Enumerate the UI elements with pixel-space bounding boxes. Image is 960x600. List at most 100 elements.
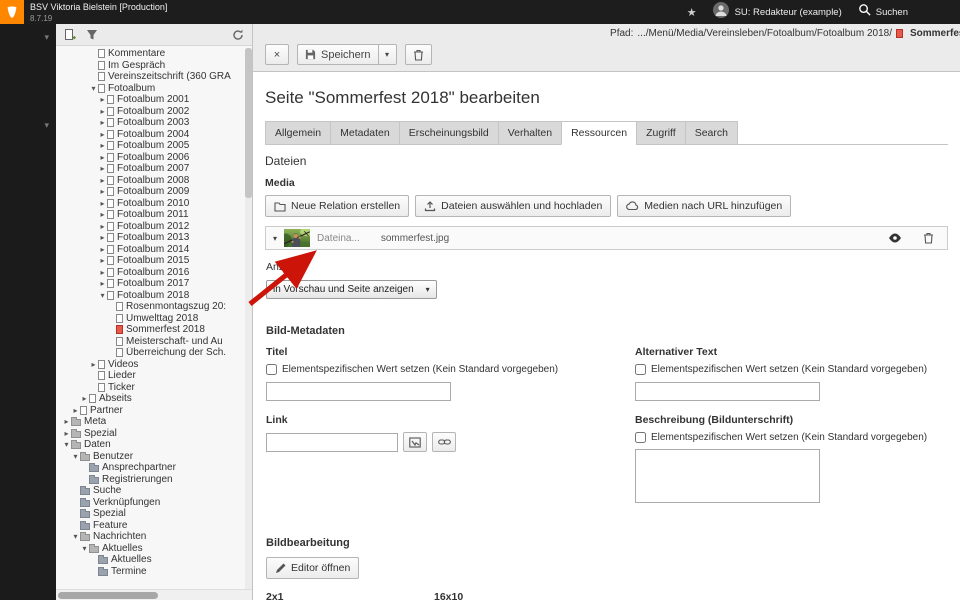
link-browser-button[interactable] — [403, 432, 427, 452]
tree-item-feature[interactable]: Feature — [56, 520, 244, 532]
tab-ressourcen[interactable]: Ressourcen — [561, 121, 638, 145]
neue-relation-erstellen-button[interactable]: Neue Relation erstellen — [265, 195, 410, 217]
tree-toggle-icon[interactable]: ▸ — [98, 221, 107, 233]
typo3-logo[interactable] — [0, 0, 24, 24]
tree-toggle-icon[interactable]: ▸ — [62, 416, 71, 428]
tree-item-aktuelles[interactable]: Aktuelles — [56, 554, 244, 566]
tree-item-fotoalbum-2003[interactable]: ▸ Fotoalbum 2003 — [56, 117, 244, 129]
tree-toggle-icon[interactable]: ▾ — [89, 83, 98, 95]
tree-item-fotoalbum-2018[interactable]: ▾ Fotoalbum 2018 — [56, 290, 244, 302]
tree-toggle-icon[interactable]: ▾ — [98, 290, 107, 302]
tree-item-fotoalbum-2012[interactable]: ▸ Fotoalbum 2012 — [56, 221, 244, 233]
tree-item-fotoalbum-2013[interactable]: ▸ Fotoalbum 2013 — [56, 232, 244, 244]
dateien-ausw-hlen-und-hochladen-button[interactable]: Dateien auswählen und hochladen — [415, 195, 612, 217]
tree-item-meisterschaft-und-au[interactable]: Meisterschaft- und Au — [56, 336, 244, 348]
tree-toggle-icon[interactable]: ▾ — [71, 531, 80, 543]
tree-vertical-scrollbar[interactable] — [245, 48, 252, 589]
tree-item-fotoalbum-2005[interactable]: ▸ Fotoalbum 2005 — [56, 140, 244, 152]
delete-file-button[interactable] — [916, 228, 940, 248]
tree-item-partner[interactable]: ▸ Partner — [56, 405, 244, 417]
alt-override-checkbox[interactable] — [635, 364, 646, 375]
tree-item-umwelttag-2018[interactable]: Umwelttag 2018 — [56, 313, 244, 325]
link-input[interactable] — [266, 432, 398, 452]
new-page-icon[interactable] — [64, 28, 76, 41]
tree-item-spezial[interactable]: Spezial — [56, 508, 244, 520]
save-dropdown-button[interactable]: ▾ — [378, 44, 397, 65]
tree-horizontal-scrollbar-thumb[interactable] — [58, 592, 158, 599]
tree-item-abseits[interactable]: ▸ Abseits — [56, 393, 244, 405]
tree-item-videos[interactable]: ▸ Videos — [56, 359, 244, 371]
tree-item-registrierungen[interactable]: Registrierungen — [56, 474, 244, 486]
tree-vertical-scrollbar-thumb[interactable] — [245, 48, 252, 198]
medien-nach-url-hinzuf-gen-button[interactable]: Medien nach URL hinzufügen — [617, 195, 792, 217]
refresh-icon[interactable] — [232, 29, 244, 41]
module-group-chevron-icon[interactable]: ▾ — [44, 32, 49, 43]
tree-item-fotoalbum-2010[interactable]: ▸ Fotoalbum 2010 — [56, 198, 244, 210]
tree-item-fotoalbum[interactable]: ▾ Fotoalbum — [56, 83, 244, 95]
file-record-header[interactable]: ▾ Dateina... sommerfest.jpg — [265, 226, 948, 250]
tree-item-aktuelles[interactable]: ▾ Aktuelles — [56, 543, 244, 555]
tree-toggle-icon[interactable]: ▸ — [98, 163, 107, 175]
tree-item-spezial[interactable]: ▸ Spezial — [56, 428, 244, 440]
tree-item-fotoalbum-2008[interactable]: ▸ Fotoalbum 2008 — [56, 175, 244, 187]
tab-search[interactable]: Search — [684, 121, 738, 145]
tree-item-fotoalbum-2014[interactable]: ▸ Fotoalbum 2014 — [56, 244, 244, 256]
tree-toggle-icon[interactable]: ▸ — [89, 359, 98, 371]
delete-button[interactable] — [404, 44, 432, 65]
titel-input[interactable] — [266, 382, 451, 401]
tree-toggle-icon[interactable]: ▸ — [98, 117, 107, 129]
tree-item-verkn-pfungen[interactable]: Verknüpfungen — [56, 497, 244, 509]
alt-text-input[interactable] — [635, 382, 820, 401]
tree-item-fotoalbum-2016[interactable]: ▸ Fotoalbum 2016 — [56, 267, 244, 279]
tree-toggle-icon[interactable]: ▸ — [98, 198, 107, 210]
tree-toggle-icon[interactable]: ▸ — [98, 129, 107, 141]
tree-toggle-icon[interactable]: ▸ — [98, 255, 107, 267]
tree-item-ticker[interactable]: Ticker — [56, 382, 244, 394]
tree-horizontal-scrollbar[interactable] — [56, 589, 252, 600]
tree-item-daten[interactable]: ▾ Daten — [56, 439, 244, 451]
module-group-chevron-icon[interactable]: ▾ — [44, 120, 49, 131]
tab-allgemein[interactable]: Allgemein — [265, 121, 332, 145]
tree-toggle-icon[interactable]: ▸ — [98, 186, 107, 198]
tree-toggle-icon[interactable]: ▸ — [98, 175, 107, 187]
tree-toggle-icon[interactable]: ▸ — [98, 267, 107, 279]
tab-verhalten[interactable]: Verhalten — [497, 121, 563, 145]
description-override-checkbox[interactable] — [635, 432, 646, 443]
tree-toggle-icon[interactable]: ▸ — [98, 209, 107, 221]
link-button[interactable] — [432, 432, 456, 452]
tree-item-rosenmontagszug-20[interactable]: Rosenmontagszug 20: — [56, 301, 244, 313]
tree-item-fotoalbum-2006[interactable]: ▸ Fotoalbum 2006 — [56, 152, 244, 164]
tree-item-im-gespr-ch[interactable]: Im Gespräch — [56, 60, 244, 72]
anzeige-select[interactable]: in Vorschau und Seite anzeigen ▾ — [266, 280, 437, 299]
tree-item-fotoalbum-2001[interactable]: ▸ Fotoalbum 2001 — [56, 94, 244, 106]
visibility-toggle-button[interactable] — [883, 228, 907, 248]
tree-toggle-icon[interactable]: ▸ — [98, 94, 107, 106]
tree-toggle-icon[interactable]: ▸ — [98, 278, 107, 290]
tree-item-fotoalbum-2002[interactable]: ▸ Fotoalbum 2002 — [56, 106, 244, 118]
collapse-caret-icon[interactable]: ▾ — [273, 234, 277, 243]
tree-toggle-icon[interactable]: ▸ — [71, 405, 80, 417]
tree-item-kommentare[interactable]: Kommentare — [56, 48, 244, 60]
tree-item-nachrichten[interactable]: ▾ Nachrichten — [56, 531, 244, 543]
tree-item-benutzer[interactable]: ▾ Benutzer — [56, 451, 244, 463]
search-button[interactable]: Suchen — [858, 3, 908, 21]
tree-item-fotoalbum-2011[interactable]: ▸ Fotoalbum 2011 — [56, 209, 244, 221]
tree-toggle-icon[interactable]: ▸ — [98, 232, 107, 244]
tree-toggle-icon[interactable]: ▸ — [80, 393, 89, 405]
tree-item-berreichung-der-sch[interactable]: Überreichung der Sch. — [56, 347, 244, 359]
tree-item-meta[interactable]: ▸ Meta — [56, 416, 244, 428]
tree-item-fotoalbum-2004[interactable]: ▸ Fotoalbum 2004 — [56, 129, 244, 141]
tree-item-fotoalbum-2007[interactable]: ▸ Fotoalbum 2007 — [56, 163, 244, 175]
tree-toggle-icon[interactable]: ▸ — [62, 428, 71, 440]
tree-item-vereinszeitschrift-360-gra[interactable]: Vereinszeitschrift (360 GRA — [56, 71, 244, 83]
tab-zugriff[interactable]: Zugriff — [636, 121, 686, 145]
tree-toggle-icon[interactable]: ▸ — [98, 106, 107, 118]
tree-toggle-icon[interactable]: ▾ — [80, 543, 89, 555]
tree-item-sommerfest-2018[interactable]: Sommerfest 2018 — [56, 324, 244, 336]
save-button[interactable]: Speichern — [297, 44, 379, 65]
description-textarea[interactable] — [635, 449, 820, 503]
tree-toggle-icon[interactable]: ▾ — [62, 439, 71, 451]
tree-toggle-icon[interactable]: ▸ — [98, 152, 107, 164]
tree-toggle-icon[interactable]: ▸ — [98, 140, 107, 152]
filter-icon[interactable] — [86, 29, 98, 41]
